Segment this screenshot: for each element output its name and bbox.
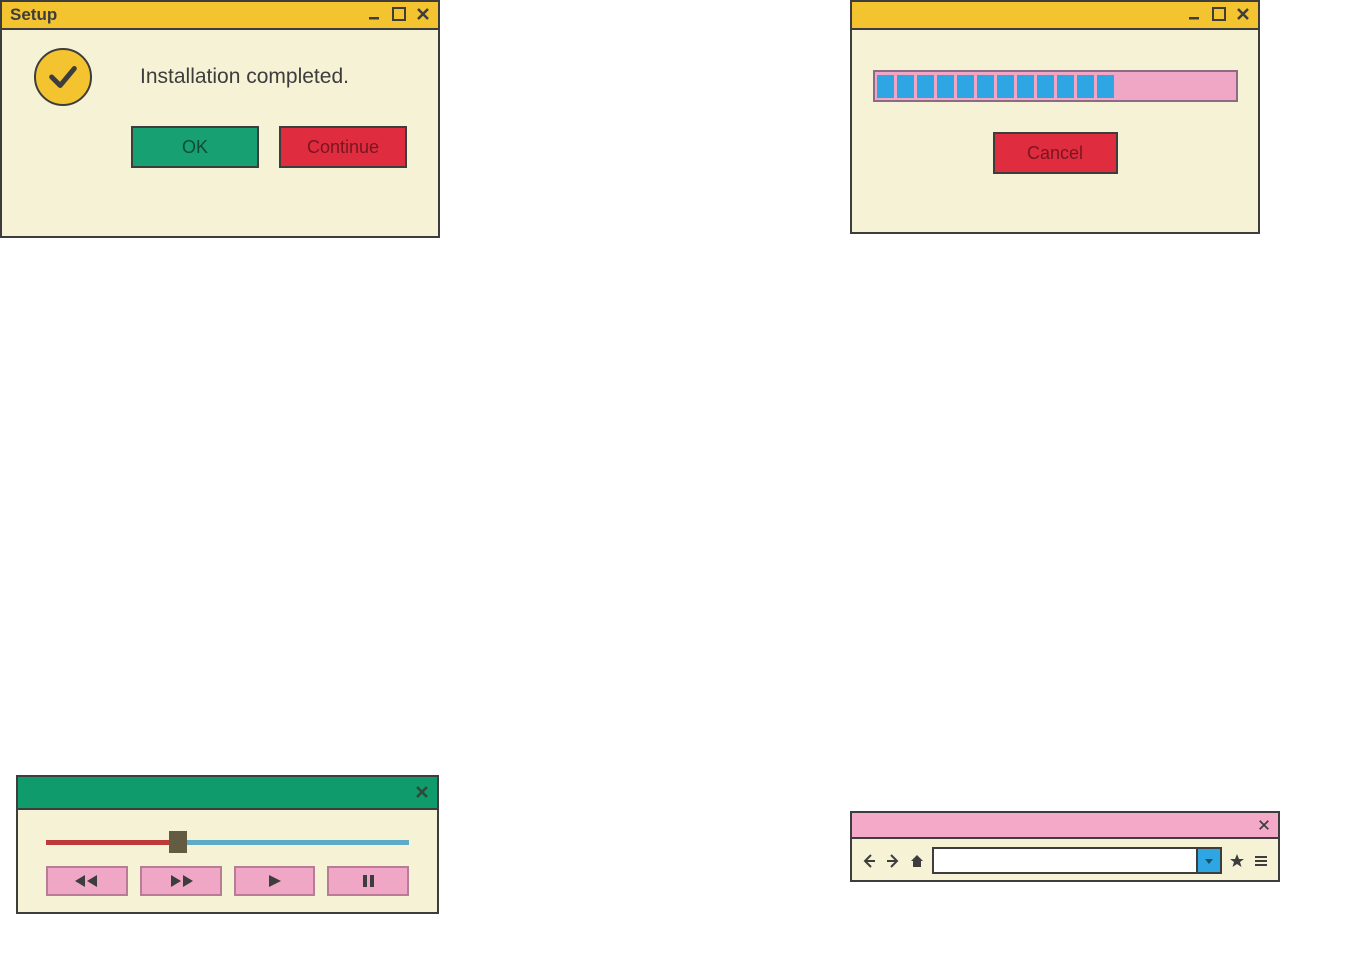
close-icon[interactable] <box>1258 816 1270 834</box>
playback-slider[interactable] <box>46 832 409 850</box>
progress-segment <box>997 75 1014 98</box>
progress-segment <box>1077 75 1094 98</box>
back-icon[interactable] <box>860 852 878 870</box>
progress-segment <box>1097 75 1114 98</box>
menu-icon[interactable] <box>1252 852 1270 870</box>
fast-forward-button[interactable] <box>140 866 222 896</box>
setup-title: Setup <box>10 5 57 25</box>
close-icon[interactable] <box>415 784 429 802</box>
install-message: Installation completed. <box>140 65 349 89</box>
progress-segment <box>877 75 894 98</box>
progress-segment <box>1017 75 1034 98</box>
url-input[interactable] <box>934 849 1196 872</box>
progress-titlebar[interactable] <box>852 2 1258 30</box>
progress-bar <box>873 70 1238 102</box>
progress-segment <box>937 75 954 98</box>
cancel-button[interactable]: Cancel <box>993 132 1118 174</box>
progress-segment <box>897 75 914 98</box>
progress-segment <box>1057 75 1074 98</box>
progress-window: Cancel <box>850 0 1260 234</box>
progress-segment <box>1037 75 1054 98</box>
progress-segment <box>977 75 994 98</box>
home-icon[interactable] <box>908 852 926 870</box>
continue-button[interactable]: Continue <box>279 126 407 168</box>
slider-played <box>46 840 176 845</box>
star-icon[interactable] <box>1228 852 1246 870</box>
forward-icon[interactable] <box>884 852 902 870</box>
slider-remaining <box>176 840 409 845</box>
setup-window: Setup Installation completed. OK Continu… <box>0 0 440 238</box>
maximize-icon[interactable] <box>392 6 406 24</box>
close-icon[interactable] <box>1236 6 1250 24</box>
minimize-icon[interactable] <box>1188 6 1202 24</box>
progress-segment <box>917 75 934 98</box>
browser-window <box>850 811 1280 882</box>
close-icon[interactable] <box>416 6 430 24</box>
window-controls <box>368 6 430 24</box>
window-controls <box>1188 6 1250 24</box>
media-player-window <box>16 775 439 914</box>
media-titlebar[interactable] <box>18 777 437 810</box>
maximize-icon[interactable] <box>1212 6 1226 24</box>
dropdown-icon[interactable] <box>1196 849 1220 872</box>
pause-button[interactable] <box>327 866 409 896</box>
progress-segment <box>957 75 974 98</box>
ok-button[interactable]: OK <box>131 126 259 168</box>
address-bar <box>932 847 1222 874</box>
rewind-button[interactable] <box>46 866 128 896</box>
play-button[interactable] <box>234 866 316 896</box>
setup-titlebar[interactable]: Setup <box>2 2 438 30</box>
minimize-icon[interactable] <box>368 6 382 24</box>
slider-thumb[interactable] <box>169 831 187 853</box>
browser-titlebar[interactable] <box>852 813 1278 839</box>
check-icon <box>34 48 92 106</box>
